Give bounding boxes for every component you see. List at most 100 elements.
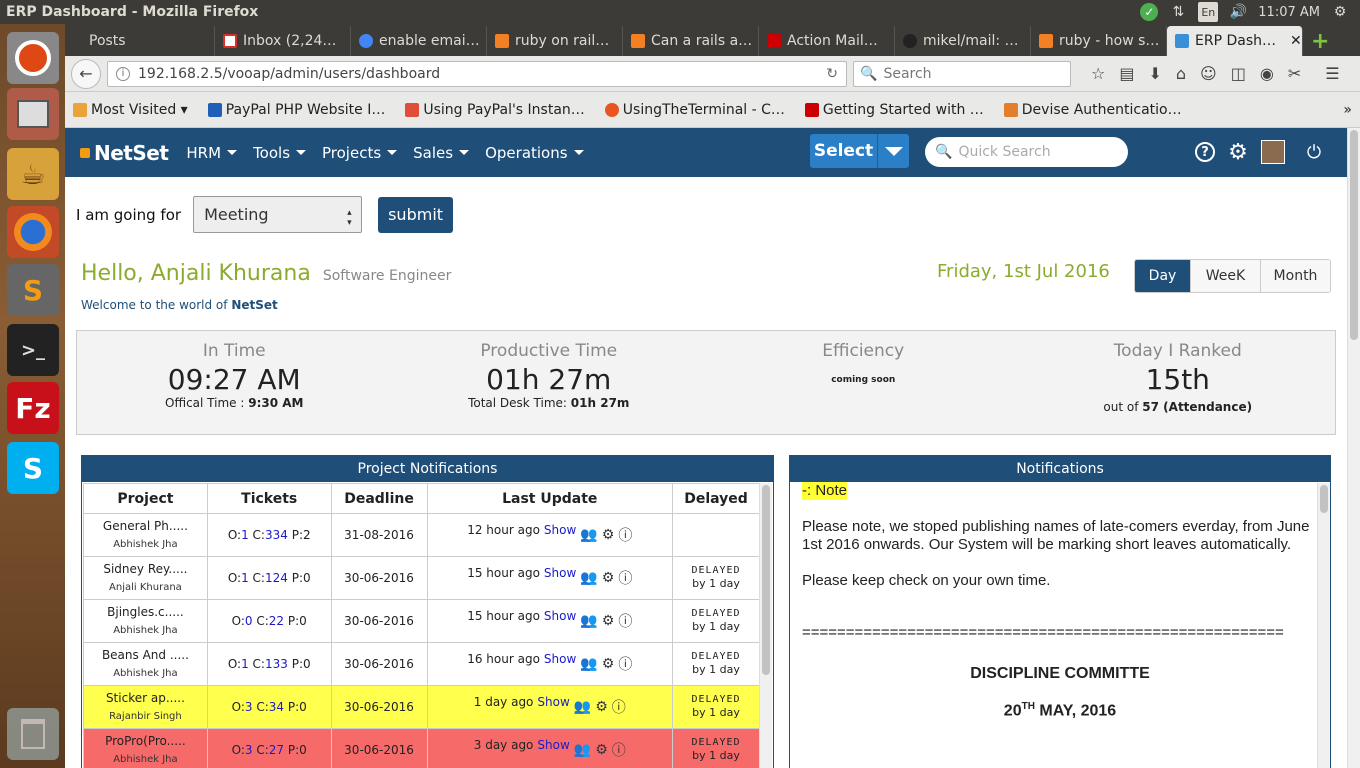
team-icon[interactable]: 👥 bbox=[574, 699, 591, 715]
tab-can-a-rails[interactable]: Can a rails a… bbox=[623, 26, 759, 56]
trash-icon[interactable] bbox=[7, 708, 59, 760]
home-icon[interactable]: ⌂ bbox=[1176, 64, 1186, 83]
netset-logo[interactable]: NetSet bbox=[80, 141, 169, 165]
project-table-scrollbar[interactable] bbox=[759, 483, 772, 768]
clock[interactable]: 11:07 AM bbox=[1258, 5, 1320, 20]
menu-projects[interactable]: Projects bbox=[322, 144, 398, 162]
settings-gear-icon[interactable]: ⚙ bbox=[595, 699, 608, 715]
project-name[interactable]: General Ph..... bbox=[84, 519, 207, 533]
project-name[interactable]: Sticker ap..... bbox=[84, 691, 207, 705]
info-icon[interactable]: ⓘ bbox=[618, 568, 632, 588]
new-tab-icon[interactable]: + bbox=[1303, 26, 1337, 56]
period-day-button[interactable]: Day bbox=[1135, 260, 1191, 292]
settings-gear-icon[interactable]: ⚙ bbox=[602, 656, 615, 672]
reading-list-icon[interactable]: ▤ bbox=[1119, 64, 1134, 83]
tickets-closed[interactable]: 334 bbox=[265, 528, 288, 542]
sublime-text-icon[interactable]: S bbox=[7, 264, 59, 316]
team-icon[interactable]: 👥 bbox=[580, 613, 597, 629]
bookmark-devise[interactable]: Devise Authenticatio… bbox=[1003, 102, 1182, 118]
settings-gear-icon[interactable]: ⚙ bbox=[602, 613, 615, 629]
power-logout-icon[interactable]: ⏻ bbox=[1303, 141, 1325, 163]
tab-mikel-mail[interactable]: mikel/mail: … bbox=[895, 26, 1031, 56]
tickets-closed[interactable]: 34 bbox=[269, 700, 284, 714]
project-name[interactable]: Bjingles.c..... bbox=[84, 605, 207, 619]
notifications-scrollbar[interactable] bbox=[1317, 483, 1330, 768]
downloads-icon[interactable]: ⬇ bbox=[1148, 64, 1161, 83]
show-link[interactable]: Show bbox=[544, 523, 576, 537]
tickets-open[interactable]: 1 bbox=[241, 571, 249, 585]
terminal-icon[interactable]: >_ bbox=[7, 324, 59, 376]
show-link[interactable]: Show bbox=[537, 738, 569, 752]
show-link[interactable]: Show bbox=[544, 652, 576, 666]
activity-select[interactable]: Meeting ▴ ▾ bbox=[193, 196, 363, 233]
menu-hrm[interactable]: HRM bbox=[186, 144, 238, 162]
info-icon[interactable]: ⓘ bbox=[618, 525, 632, 545]
project-name[interactable]: Sidney Rey..... bbox=[84, 562, 207, 576]
period-week-button[interactable]: WeeK bbox=[1191, 260, 1261, 292]
page-scrollbar[interactable] bbox=[1347, 128, 1360, 768]
extension-icon[interactable]: ◉ bbox=[1260, 64, 1274, 83]
tab-posts[interactable]: Posts bbox=[65, 26, 215, 56]
info-icon[interactable]: ⓘ bbox=[618, 654, 632, 674]
menu-operations[interactable]: Operations bbox=[485, 144, 584, 162]
url-bar[interactable]: i 192.168.2.5/vooap/admin/users/dashboar… bbox=[107, 60, 847, 87]
settings-gear-icon[interactable]: ⚙ bbox=[602, 570, 615, 586]
browser-search-input[interactable]: 🔍 Search bbox=[853, 60, 1071, 87]
bookmark-star-icon[interactable]: ☆ bbox=[1091, 64, 1105, 83]
extension-tools-icon[interactable]: ✂ bbox=[1288, 64, 1301, 83]
tab-ruby-how[interactable]: ruby - how s… bbox=[1031, 26, 1167, 56]
skype-icon[interactable]: S bbox=[7, 442, 59, 494]
menu-sales[interactable]: Sales bbox=[413, 144, 470, 162]
tickets-closed[interactable]: 133 bbox=[265, 657, 288, 671]
keyboard-layout-indicator[interactable]: En bbox=[1198, 2, 1219, 22]
submit-button[interactable]: submit bbox=[378, 196, 454, 233]
bookmark-using-terminal[interactable]: UsingTheTerminal - C… bbox=[604, 102, 785, 118]
show-link[interactable]: Show bbox=[544, 609, 576, 623]
bookmark-paypal-instant[interactable]: Using PayPal's Instan… bbox=[405, 102, 585, 118]
volume-icon[interactable]: 🔊 bbox=[1228, 2, 1248, 22]
pocket-icon[interactable]: ◫ bbox=[1231, 64, 1246, 83]
avatar[interactable] bbox=[1261, 140, 1285, 164]
project-name[interactable]: ProPro(Pro..... bbox=[84, 734, 207, 748]
tickets-open[interactable]: 1 bbox=[241, 528, 249, 542]
tab-enable-email[interactable]: enable emai… bbox=[351, 26, 487, 56]
info-icon[interactable]: ⓘ bbox=[612, 740, 626, 760]
project-name[interactable]: Beans And ..... bbox=[84, 648, 207, 662]
more-bookmarks-icon[interactable]: » bbox=[1343, 102, 1352, 118]
reload-icon[interactable]: ↻ bbox=[826, 66, 838, 82]
tickets-closed[interactable]: 22 bbox=[269, 614, 284, 628]
settings-gear-icon[interactable]: ⚙ bbox=[1227, 140, 1249, 165]
help-icon[interactable]: ? bbox=[1195, 142, 1215, 162]
quick-search-input[interactable]: 🔍 Quick Search bbox=[925, 137, 1128, 167]
teapot-app-icon[interactable]: ☕ bbox=[7, 148, 59, 200]
team-icon[interactable]: 👥 bbox=[574, 742, 591, 758]
settings-gear-icon[interactable]: ⚙ bbox=[602, 527, 615, 543]
tickets-closed[interactable]: 27 bbox=[269, 743, 284, 757]
files-icon[interactable] bbox=[7, 88, 59, 140]
bookmark-getting-started[interactable]: Getting Started with … bbox=[804, 102, 984, 118]
firefox-icon[interactable] bbox=[7, 206, 59, 258]
bookmark-paypal-php[interactable]: PayPal PHP Website I… bbox=[207, 102, 385, 118]
tab-action-mailer[interactable]: Action Mail… bbox=[759, 26, 895, 56]
settings-gear-icon[interactable]: ⚙ bbox=[595, 742, 608, 758]
network-icon[interactable]: ⇅ bbox=[1168, 2, 1188, 22]
close-tab-icon[interactable]: ✕ bbox=[1290, 33, 1302, 49]
team-icon[interactable]: 👥 bbox=[580, 656, 597, 672]
tickets-open[interactable]: 0 bbox=[245, 614, 253, 628]
team-icon[interactable]: 👥 bbox=[580, 570, 597, 586]
select-dropdown-toggle[interactable] bbox=[877, 134, 909, 168]
power-settings-icon[interactable]: ⚙ bbox=[1330, 2, 1350, 22]
show-link[interactable]: Show bbox=[544, 566, 576, 580]
tab-erp-dashboard[interactable]: ERP Dash… ✕ bbox=[1167, 26, 1303, 56]
hamburger-menu-icon[interactable]: ☰ bbox=[1325, 64, 1339, 83]
tickets-closed[interactable]: 124 bbox=[265, 571, 288, 585]
back-button[interactable]: ← bbox=[71, 58, 101, 89]
show-link[interactable]: Show bbox=[537, 695, 569, 709]
tickets-open[interactable]: 3 bbox=[245, 700, 253, 714]
info-icon[interactable]: ⓘ bbox=[612, 697, 626, 717]
updates-icon[interactable]: ✓ bbox=[1140, 3, 1159, 21]
chat-icon[interactable]: ☺ bbox=[1200, 64, 1217, 83]
tab-ruby-on-rails[interactable]: ruby on rail… bbox=[487, 26, 623, 56]
select-button[interactable]: Select bbox=[810, 134, 909, 168]
tab-inbox[interactable]: Inbox (2,24… bbox=[215, 26, 351, 56]
